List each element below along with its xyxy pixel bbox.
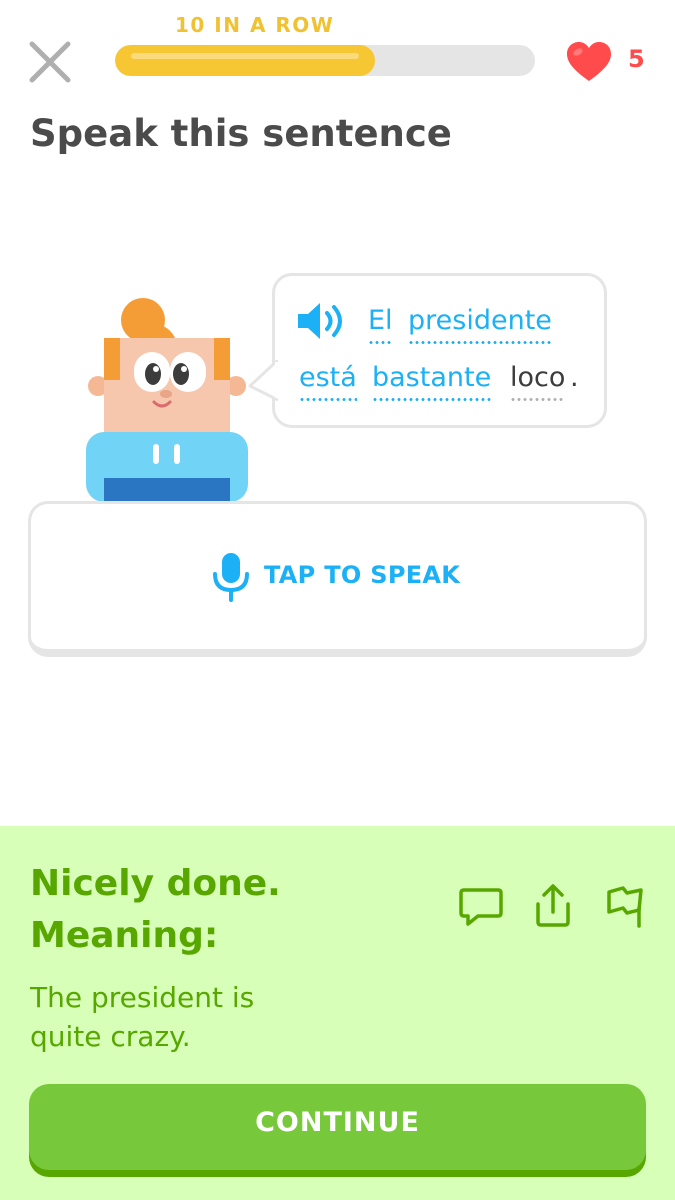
sentence-word[interactable]: está bbox=[299, 362, 357, 402]
lesson-progress-fill bbox=[115, 45, 376, 76]
share-icon[interactable] bbox=[530, 882, 576, 928]
hearts-count: 5 bbox=[628, 45, 645, 73]
feedback-title-line: Nicely done. bbox=[30, 863, 281, 904]
speech-bubble-tail bbox=[248, 360, 278, 402]
feedback-title-line: Meaning: bbox=[30, 915, 219, 956]
sentence-word[interactable]: presidente bbox=[408, 305, 552, 345]
sentence-word[interactable]: bastante bbox=[372, 362, 492, 402]
character-illustration bbox=[86, 298, 248, 502]
feedback-title: Nicely done. Meaning: bbox=[30, 858, 360, 962]
sentence-punctuation: . bbox=[570, 362, 579, 393]
lesson-progress-bar bbox=[115, 45, 535, 76]
microphone-icon bbox=[213, 553, 249, 602]
speaker-icon[interactable] bbox=[296, 301, 348, 341]
close-icon[interactable] bbox=[26, 38, 74, 86]
continue-button-label: CONTINUE bbox=[255, 1107, 420, 1138]
tap-to-speak-label: TAP TO SPEAK bbox=[264, 561, 461, 589]
streak-label: 10 IN A ROW bbox=[175, 13, 335, 37]
sentence-word[interactable]: El bbox=[368, 305, 393, 345]
speech-bubble bbox=[272, 273, 607, 428]
comment-icon[interactable] bbox=[458, 884, 504, 930]
sentence-word[interactable]: loco bbox=[510, 362, 566, 402]
flag-icon[interactable] bbox=[603, 884, 649, 930]
page-title: Speak this sentence bbox=[30, 112, 452, 155]
translation-text: The president is quite crazy. bbox=[30, 981, 255, 1053]
heart-icon[interactable] bbox=[565, 41, 613, 83]
